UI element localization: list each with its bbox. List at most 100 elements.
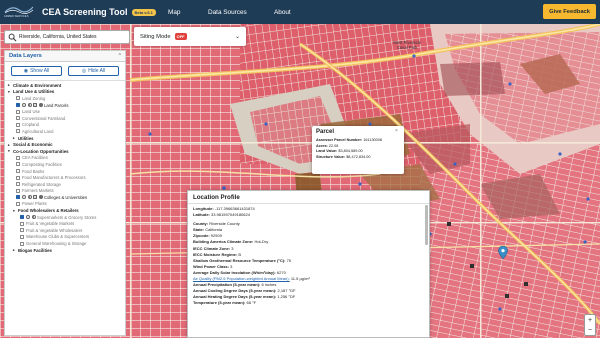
data-layers-header[interactable]: Data Layers ^ — [5, 51, 125, 62]
layer-checkbox[interactable] — [16, 175, 20, 180]
layer-checkbox[interactable] — [16, 169, 20, 174]
collapse-icon[interactable]: ^ — [119, 53, 121, 59]
app-logo[interactable]: ARMED SERVICES — [4, 3, 34, 21]
show-all-button[interactable]: ◉ Show All — [11, 66, 62, 76]
parcel-field-value: 161130008 — [363, 138, 383, 142]
layer-checkbox[interactable] — [16, 162, 20, 167]
location-search[interactable] — [4, 30, 130, 44]
layer-label: Climate & Environment — [13, 82, 62, 88]
layer-row[interactable]: Agricultural Land — [8, 128, 122, 135]
search-icon[interactable] — [8, 33, 17, 42]
layer-label: Fruit & Vegetable Wholesalers — [26, 227, 83, 233]
layer-row[interactable]: Warehouse Clubs & Supercenters — [8, 234, 122, 241]
layer-checkbox[interactable] — [20, 221, 24, 226]
location-profile-panel: Location Profile Longitude: -117.3966366… — [187, 190, 430, 338]
layer-label: CEA Facilities — [22, 155, 48, 161]
legend-symbol-icon — [31, 215, 36, 220]
layer-row[interactable]: Land Zoning — [8, 95, 122, 102]
layer-checkbox[interactable] — [16, 122, 20, 127]
zoom-in-button[interactable]: + — [588, 317, 592, 324]
legend-symbol-icon — [38, 195, 43, 200]
layer-checkbox[interactable] — [16, 155, 20, 160]
layer-row[interactable]: ▸ Social & Economic — [8, 141, 122, 148]
profile-field-value: 6270 — [276, 269, 286, 275]
layer-checkbox[interactable] — [20, 234, 24, 239]
layer-row[interactable]: Colleges & Universities — [8, 194, 122, 201]
layer-label: Land Use & Utilities — [13, 89, 55, 95]
layer-row[interactable]: ▾ Land Use & Utilities — [8, 89, 122, 96]
eye-icon: ◉ — [23, 68, 29, 74]
layer-checkbox[interactable] — [16, 129, 20, 134]
close-icon[interactable]: × — [395, 128, 401, 134]
layer-label: Supermarkets & Grocery Stores — [37, 214, 97, 220]
layer-row[interactable]: Land Use — [8, 108, 122, 115]
siting-mode-label: Siting Mode — [140, 33, 171, 40]
zoom-out-button[interactable]: − — [588, 327, 592, 334]
profile-field-value: California — [205, 227, 223, 233]
layer-row[interactable]: ▾ Co-Location Opportunities — [8, 148, 122, 155]
profile-field-key: IECC Moisture Regime: — [193, 251, 238, 257]
layer-checkbox[interactable] — [16, 109, 20, 114]
nav-map[interactable]: Map — [168, 0, 180, 24]
layer-row[interactable]: Refrigerated Storage — [8, 181, 122, 188]
profile-field-key: Zipcode: — [193, 233, 210, 239]
layer-checkbox[interactable] — [16, 201, 20, 206]
layer-checkbox[interactable] — [16, 103, 20, 108]
location-profile-title: Location Profile — [188, 191, 429, 204]
profile-field: Latitude: 33.981597049180624 — [193, 212, 424, 218]
layer-checkbox[interactable] — [20, 228, 24, 233]
profile-field-value: 2,187 °DF — [277, 288, 296, 294]
profile-field-key: IECC Climate Zone: — [193, 245, 231, 251]
siting-mode-dropdown[interactable]: Siting Mode OFF ⌄ — [134, 27, 246, 46]
nav-data-sources[interactable]: Data Sources — [208, 0, 247, 24]
layer-row[interactable]: Supermarkets & Grocery Stores — [8, 214, 122, 221]
layer-row[interactable]: Conventional Farmland — [8, 115, 122, 122]
layer-row[interactable]: Fruit & Vegetable Wholesalers — [8, 227, 122, 234]
profile-field-value: 3 — [231, 245, 234, 251]
layer-checkbox[interactable] — [16, 116, 20, 121]
layer-checkbox[interactable] — [16, 96, 20, 101]
give-feedback-button[interactable]: Give Feedback — [543, 4, 596, 19]
search-input[interactable] — [19, 34, 127, 40]
layer-label: Food Wholesalers & Retailers — [18, 208, 79, 214]
parcel-field-key: Acres: — [316, 143, 328, 148]
layer-visibility-buttons: ◉ Show All ◎ Hide All — [5, 62, 125, 81]
layer-row[interactable]: Power Plants — [8, 201, 122, 208]
chevron-down-icon[interactable]: ⌄ — [235, 33, 240, 40]
nav-about[interactable]: About — [274, 0, 291, 24]
profile-field-key: State: — [193, 227, 205, 233]
layer-row[interactable]: ▸ Utilities — [8, 135, 122, 142]
layer-checkbox[interactable] — [20, 241, 24, 246]
layer-checkbox[interactable] — [16, 182, 20, 187]
profile-field-key: Shallow Geothermal Resource Temperature … — [193, 257, 286, 263]
map-pin-icon[interactable] — [498, 246, 508, 260]
app-title: CEA Screening Tool — [42, 7, 128, 17]
layer-row[interactable]: Farmers Markets — [8, 188, 122, 195]
layer-row[interactable]: CEA Facilities — [8, 155, 122, 162]
layer-row[interactable]: Fruit & Vegetable Markets — [8, 220, 122, 227]
layer-checkbox[interactable] — [16, 195, 20, 200]
layer-label: Utilities — [18, 135, 34, 141]
legend-symbol-icon — [33, 195, 37, 200]
profile-field-key: Average Daily Solar Insolation (Wh/m²/da… — [193, 269, 276, 275]
layer-row[interactable]: Cropland — [8, 122, 122, 129]
profile-field-key: Longitude: — [193, 206, 214, 211]
layer-checkbox[interactable] — [20, 215, 24, 220]
layer-row[interactable]: Composting Facilities — [8, 161, 122, 168]
layer-row[interactable]: General Warehousing & Storage — [8, 240, 122, 247]
scrollbar[interactable] — [425, 205, 428, 245]
hide-all-button[interactable]: ◎ Hide All — [68, 66, 119, 76]
beta-badge: Beta v.6.1 — [131, 8, 156, 16]
layer-row[interactable]: ▸ Biogas Facilities — [8, 247, 122, 254]
location-profile-body[interactable]: Longitude: -117.39663661431874 Latitude: … — [188, 204, 429, 309]
layer-row[interactable]: ▸ Climate & Environment — [8, 82, 122, 89]
layer-row[interactable]: Food Banks — [8, 168, 122, 175]
legend-symbol-icon — [27, 195, 32, 200]
layer-row[interactable]: Land Parcels — [8, 102, 122, 109]
layer-row[interactable]: Food Manufacturers & Processors — [8, 174, 122, 181]
air-quality-link[interactable]: Air Quality (PM2.5 Population-weighted A… — [193, 276, 290, 281]
profile-field-value: 3 — [230, 263, 233, 269]
data-layers-title: Data Layers — [9, 53, 42, 59]
layer-checkbox[interactable] — [16, 188, 20, 193]
layer-row[interactable]: ▾ Food Wholesalers & Retailers — [8, 207, 122, 214]
